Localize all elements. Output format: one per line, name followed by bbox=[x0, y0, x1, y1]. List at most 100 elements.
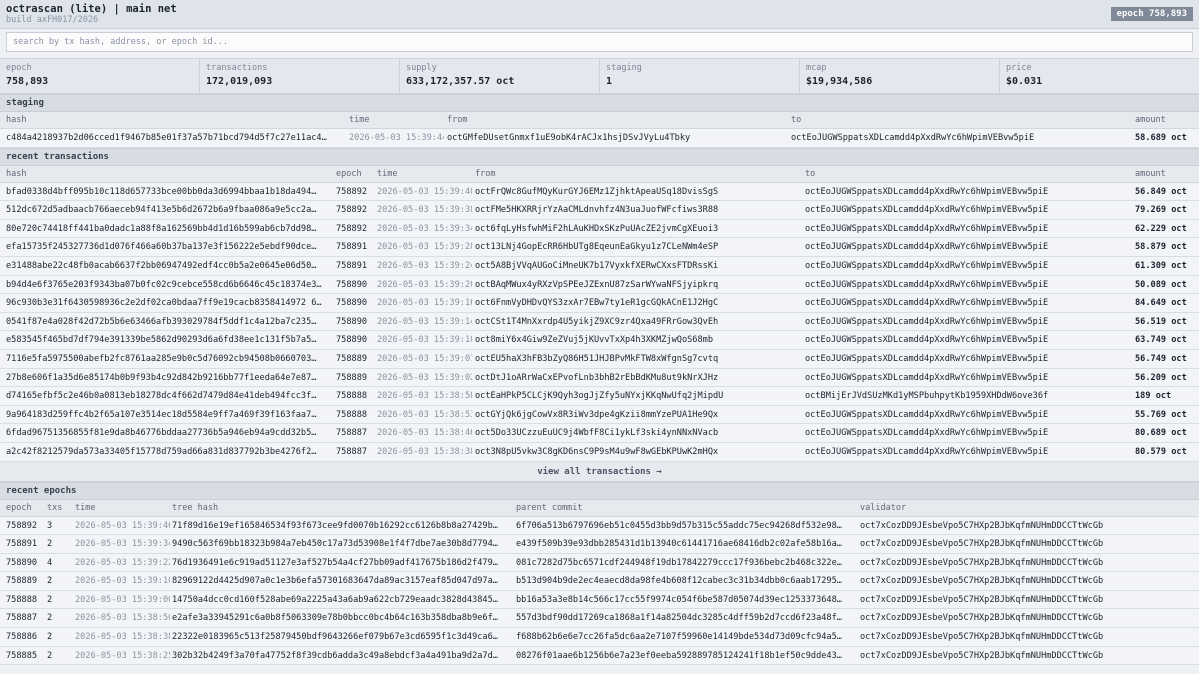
tx-epoch-link[interactable]: 758892 bbox=[336, 187, 376, 197]
from-address-link[interactable]: octFMe5HKXRRjrYzAaCMLdnvhfz4N3uaJuofWFcf… bbox=[475, 205, 801, 215]
validator-address-link[interactable]: oct7xCozDD9JEsbeVpo5C7HXp2BJbKqfmNUHmDDC… bbox=[860, 595, 1190, 605]
to-address-link[interactable]: octEoJUGWSppatsXDLcamdd4pXxdRwYc6hWpimVE… bbox=[805, 261, 1131, 271]
from-address-link[interactable]: oct5Do33UCzzuEuUC9j4WbfF8Ci1ykLf3ski4ynN… bbox=[475, 428, 801, 438]
tx-hash-link[interactable]: 6fdad96751356855f81e9da8b46776bddaa27736… bbox=[6, 428, 324, 438]
validator-address-link[interactable]: oct7xCozDD9JEsbeVpo5C7HXp2BJbKqfmNUHmDDC… bbox=[860, 521, 1190, 531]
tx-hash-link[interactable]: bfad0338d4bff095b10c118d657733bce00bb0da… bbox=[6, 187, 324, 197]
from-address-link[interactable]: octBAqMWux4yRXzVpSPEeJZExnU87zSarWYwaNFS… bbox=[475, 280, 801, 290]
validator-address-link[interactable]: oct7xCozDD9JEsbeVpo5C7HXp2BJbKqfmNUHmDDC… bbox=[860, 651, 1190, 661]
table-row[interactable]: 512dc672d5adbaacb766aeceb94f413e5b6d2672… bbox=[0, 201, 1199, 220]
to-address-link[interactable]: octEoJUGWSppatsXDLcamdd4pXxdRwYc6hWpimVE… bbox=[805, 298, 1131, 308]
tx-epoch-link[interactable]: 758887 bbox=[336, 447, 376, 457]
table-row[interactable]: 9a964183d259ffc4b2f65a107e3514ec18d5584e… bbox=[0, 405, 1199, 425]
tx-epoch-link[interactable]: 758889 bbox=[336, 354, 376, 364]
table-row[interactable]: 96c930b3e31f6430598936c2e2df02ca0bdaa7ff… bbox=[0, 294, 1199, 313]
to-address-link[interactable]: octEoJUGWSppatsXDLcamdd4pXxdRwYc6hWpimVE… bbox=[805, 373, 1131, 383]
to-address-link[interactable]: octEoJUGWSppatsXDLcamdd4pXxdRwYc6hWpimVE… bbox=[805, 447, 1131, 457]
epoch-badge[interactable]: epoch 758,893 bbox=[1110, 7, 1193, 21]
tx-hash-link[interactable]: 80e720c74418ff441ba0dadc1a88f8a162569bb4… bbox=[6, 224, 324, 234]
tx-epoch-link[interactable]: 758891 bbox=[336, 261, 376, 271]
from-address-link[interactable]: octEU5haX3hFB3bZyQ86H51JHJBPvMkFTW8xWfgn… bbox=[475, 354, 801, 364]
table-row[interactable]: 758887 2 2026-05-03 15:38:50 e2afe3a3394529… bbox=[0, 609, 1199, 629]
table-row[interactable]: 27b8e606f1a35d6e85174b0b9f93b4c92d842b92… bbox=[0, 368, 1199, 388]
to-address-link[interactable]: octEoJUGWSppatsXDLcamdd4pXxdRwYc6hWpimVE… bbox=[805, 280, 1131, 290]
from-address-link[interactable]: octEaHPkP5CLCjK9Qyh3ogJjZfy5uNYxjKKqNwUf… bbox=[475, 391, 801, 401]
table-row[interactable]: 758891 2 2026-05-03 15:39:34 9490c563f69bb1… bbox=[0, 535, 1199, 554]
table-row[interactable]: bfad0338d4bff095b10c118d657733bce00bb0da… bbox=[0, 182, 1199, 202]
table-row[interactable]: 758888 2 2026-05-03 15:39:00 14750a4dcc0cd1… bbox=[0, 590, 1199, 610]
from-address-link[interactable]: oct6FnmVyDHDvQYS3zxAr7EBw7ty1eR1gcGQkACn… bbox=[475, 298, 801, 308]
search-input[interactable] bbox=[6, 32, 1193, 52]
tx-hash-link[interactable]: e583545f465bd7df794e391339be5862d90293d6… bbox=[6, 335, 324, 345]
to-address-link[interactable]: octEoJUGWSppatsXDLcamdd4pXxdRwYc6hWpimVE… bbox=[805, 317, 1131, 327]
tx-epoch-link[interactable]: 758891 bbox=[336, 242, 376, 252]
validator-address-link[interactable]: oct7xCozDD9JEsbeVpo5C7HXp2BJbKqfmNUHmDDC… bbox=[860, 632, 1190, 642]
tx-hash-link[interactable]: 27b8e606f1a35d6e85174b0b9f93b4c92d842b92… bbox=[6, 373, 324, 383]
table-row[interactable]: a2c42f8212579da573a33405f15778d759ad66a8… bbox=[0, 442, 1199, 462]
tx-hash-link[interactable]: 7116e5fa5975500abefb2fc8761aa285e9b0c5d7… bbox=[6, 354, 324, 364]
tx-epoch-link[interactable]: 758890 bbox=[336, 335, 376, 345]
epoch-link[interactable]: 758886 bbox=[6, 632, 46, 642]
tx-hash-link[interactable]: 512dc672d5adbaacb766aeceb94f413e5b6d2672… bbox=[6, 205, 324, 215]
to-address-link[interactable]: octEoJUGWSppatsXDLcamdd4pXxdRwYc6hWpimVE… bbox=[805, 410, 1131, 420]
tx-epoch-link[interactable]: 758890 bbox=[336, 298, 376, 308]
from-address-link[interactable]: octFrQWc8GufMQyKurGYJ6EMz1ZjhktApeaUSq18… bbox=[475, 187, 801, 197]
table-row[interactable]: 7116e5fa5975500abefb2fc8761aa285e9b0c5d7… bbox=[0, 349, 1199, 369]
epoch-link[interactable]: 758892 bbox=[6, 521, 46, 531]
to-address-link[interactable]: octEoJUGWSppatsXDLcamdd4pXxdRwYc6hWpimVE… bbox=[805, 354, 1131, 364]
epoch-link[interactable]: 758885 bbox=[6, 651, 46, 661]
from-address-link[interactable]: oct6fqLyHsfwhMiF2hLAuKHDxSKzPuUAcZE2jvmC… bbox=[475, 224, 801, 234]
from-address-link[interactable]: octGYjQk6jgCowVx8R3iWv3dpe4gKzii8mmYzePU… bbox=[475, 410, 801, 420]
tx-epoch-link[interactable]: 758887 bbox=[336, 428, 376, 438]
tx-epoch-link[interactable]: 758888 bbox=[336, 410, 376, 420]
table-row[interactable]: 80e720c74418ff441ba0dadc1a88f8a162569bb4… bbox=[0, 219, 1199, 239]
tx-epoch-link[interactable]: 758890 bbox=[336, 317, 376, 327]
from-address-link[interactable]: oct3N8pU5vkw3C8gKD6nsC9P9sM4u9wF8wGEbKPU… bbox=[475, 447, 801, 457]
table-row[interactable]: e31488abe22c48fb0acab6637f2bb06947492edf… bbox=[0, 256, 1199, 276]
from-address-link[interactable]: oct13LNj4GopEcRR6HbUTg8EqeunEaGkyu1z7CLe… bbox=[475, 242, 801, 252]
epoch-link[interactable]: 758890 bbox=[6, 558, 46, 568]
from-address-link[interactable]: octGMfeDUsetGnmxf1uE9obK4rACJx1hsjDSvJVy… bbox=[447, 133, 787, 143]
epoch-link[interactable]: 758891 bbox=[6, 539, 46, 549]
validator-address-link[interactable]: oct7xCozDD9JEsbeVpo5C7HXp2BJbKqfmNUHmDDC… bbox=[860, 576, 1190, 586]
table-row[interactable]: b94d4e6f3765e203f9343ba07b0fc02c9cebce55… bbox=[0, 275, 1199, 295]
from-address-link[interactable]: oct8miY6x4Giw9ZeZVuj5jKUvvTxXp4h3XKMZjwQ… bbox=[475, 335, 801, 345]
from-address-link[interactable]: oct5A8BjVVqAUGoCiMneUK7b17VyxkfXERwCXxsF… bbox=[475, 261, 801, 271]
tx-epoch-link[interactable]: 758892 bbox=[336, 205, 376, 215]
to-address-link[interactable]: octEoJUGWSppatsXDLcamdd4pXxdRwYc6hWpimVE… bbox=[791, 133, 1131, 143]
from-address-link[interactable]: octDtJ1oARrWaCxEPvofLnb3bhB2rEbBdKMu8ut9… bbox=[475, 373, 801, 383]
epoch-link[interactable]: 758888 bbox=[6, 595, 46, 605]
tx-hash-link[interactable]: efa15735f245327736d1d076f466a60b37ba137e… bbox=[6, 242, 324, 252]
table-row[interactable]: 0541f87e4a028f42d72b5b6e63466afb39302978… bbox=[0, 312, 1199, 332]
tx-hash-link[interactable]: b94d4e6f3765e203f9343ba07b0fc02c9cebce55… bbox=[6, 280, 324, 290]
tx-hash-link[interactable]: a2c42f8212579da573a33405f15778d759ad66a8… bbox=[6, 447, 324, 457]
validator-address-link[interactable]: oct7xCozDD9JEsbeVpo5C7HXp2BJbKqfmNUHmDDC… bbox=[860, 558, 1190, 568]
epoch-link[interactable]: 758889 bbox=[6, 576, 46, 586]
to-address-link[interactable]: octEoJUGWSppatsXDLcamdd4pXxdRwYc6hWpimVE… bbox=[805, 205, 1131, 215]
table-row[interactable]: c484a4218937b2d06cced1f9467b85e01f37a57b… bbox=[0, 129, 1199, 148]
table-row[interactable]: 758885 2 2026-05-03 15:38:25 302b32b4249f3a… bbox=[0, 646, 1199, 666]
to-address-link[interactable]: octEoJUGWSppatsXDLcamdd4pXxdRwYc6hWpimVE… bbox=[805, 242, 1131, 252]
table-row[interactable]: d74165efbf5c2e46b0a0813eb18278dc4f662d74… bbox=[0, 387, 1199, 406]
table-row[interactable]: 758892 3 2026-05-03 15:39:46 71f89d16e19ef1… bbox=[0, 516, 1199, 536]
table-row[interactable]: efa15735f245327736d1d076f466a60b37ba137e… bbox=[0, 238, 1199, 257]
tx-epoch-link[interactable]: 758890 bbox=[336, 280, 376, 290]
from-address-link[interactable]: octCSt1T4MnXxrdp4U5yikjZ9XC9zr4Qxa49FRrG… bbox=[475, 317, 801, 327]
to-address-link[interactable]: octEoJUGWSppatsXDLcamdd4pXxdRwYc6hWpimVE… bbox=[805, 335, 1131, 345]
tx-hash-link[interactable]: 0541f87e4a028f42d72b5b6e63466afb39302978… bbox=[6, 317, 324, 327]
tx-hash-link[interactable]: d74165efbf5c2e46b0a0813eb18278dc4f662d74… bbox=[6, 391, 324, 401]
tx-hash-link[interactable]: 96c930b3e31f6430598936c2e2df02ca0bdaa7ff… bbox=[6, 298, 324, 308]
table-row[interactable]: 758886 2 2026-05-03 15:38:38 22322e0183965c… bbox=[0, 628, 1199, 647]
table-row[interactable]: 758889 2 2026-05-03 15:39:10 82969122d4425d… bbox=[0, 572, 1199, 591]
tx-hash-link[interactable]: e31488abe22c48fb0acab6637f2bb06947492edf… bbox=[6, 261, 324, 271]
epoch-link[interactable]: 758887 bbox=[6, 613, 46, 623]
to-address-link[interactable]: octBMijErJVdSUzMKd1yMSPbuhpytKb1959XHDdW… bbox=[805, 391, 1131, 401]
view-all-transactions-link[interactable]: view all transactions → bbox=[0, 461, 1199, 482]
tx-epoch-link[interactable]: 758888 bbox=[336, 391, 376, 401]
to-address-link[interactable]: octEoJUGWSppatsXDLcamdd4pXxdRwYc6hWpimVE… bbox=[805, 187, 1131, 197]
table-row[interactable]: e583545f465bd7df794e391339be5862d90293d6… bbox=[0, 331, 1199, 350]
validator-address-link[interactable]: oct7xCozDD9JEsbeVpo5C7HXp2BJbKqfmNUHmDDC… bbox=[860, 539, 1190, 549]
table-row[interactable]: 758890 4 2026-05-03 15:39:22 76d1936491e6c9… bbox=[0, 553, 1199, 573]
table-row[interactable]: 6fdad96751356855f81e9da8b46776bddaa27736… bbox=[0, 424, 1199, 443]
validator-address-link[interactable]: oct7xCozDD9JEsbeVpo5C7HXp2BJbKqfmNUHmDDC… bbox=[860, 613, 1190, 623]
